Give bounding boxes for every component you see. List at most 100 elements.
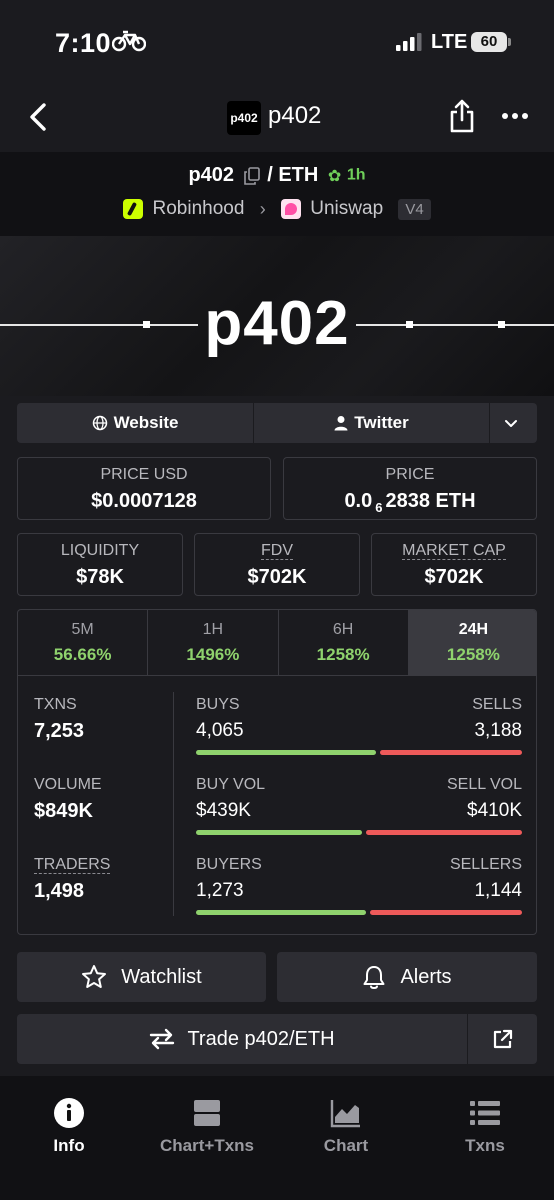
website-button[interactable]: Website <box>17 403 253 443</box>
price-prefix: 0.0 <box>344 490 373 512</box>
status-time: 7:10 <box>55 28 112 58</box>
volume-value: $849K <box>34 800 93 822</box>
tab-label: 24H <box>458 621 489 638</box>
chevron-right-icon: › <box>259 198 266 219</box>
price-zero-count: 6 <box>375 500 383 515</box>
bottom-nav: Info Chart+Txns Chart Txns <box>0 1076 554 1200</box>
status-bar: 7:10 LTE 60 <box>0 0 554 84</box>
more-links-button[interactable] <box>489 403 537 443</box>
alerts-label: Alerts <box>400 965 452 988</box>
fdv-label[interactable]: FDV <box>195 542 359 560</box>
sells-label: SELLS <box>472 696 522 713</box>
sells-bar <box>380 750 522 755</box>
globe-icon <box>92 415 107 431</box>
buyers-sellers-stat: BUYERS SELLERS 1,273 1,144 <box>196 856 522 915</box>
sellers-label: SELLERS <box>449 856 522 873</box>
txns-value: 7,253 <box>34 720 85 742</box>
sellers-bar <box>369 910 522 915</box>
nav-chart[interactable]: Chart <box>277 1096 415 1156</box>
liquidity-label: LIQUIDITY <box>60 542 140 559</box>
trade-row: Trade p402/ETH <box>17 1014 537 1064</box>
price-usd-card: PRICE USD $0.0007128 <box>17 457 271 520</box>
back-icon[interactable] <box>24 100 52 134</box>
version-badge: V4 <box>398 198 431 220</box>
tab-6h[interactable]: 6H 1258% <box>277 610 408 675</box>
nav-bar: p402 p402 <box>0 84 554 152</box>
more-icon[interactable] <box>500 106 530 126</box>
market-cap-value: $702K <box>424 566 484 588</box>
volume-stat: VOLUME $849K <box>34 776 102 823</box>
traders-label[interactable]: TRADERS <box>34 856 111 874</box>
base-symbol: p402 <box>188 164 235 187</box>
watchlist-label: Watchlist <box>121 965 202 988</box>
price-usd-label: PRICE USD <box>100 466 188 483</box>
info-icon <box>54 1098 84 1128</box>
buy-sell-volume-stat: BUY VOL SELL VOL $439K $410K <box>196 776 522 835</box>
pair-name: p402 / ETH ✿ 1h <box>0 164 554 187</box>
split-view-icon <box>194 1100 220 1126</box>
nav-chart-label: Chart <box>323 1136 369 1155</box>
market-cap-label[interactable]: MARKET CAP <box>372 542 536 560</box>
period-stats-panel: 5M 56.66% 1H 1496% 6H 1258% 24H 1258% TX… <box>17 609 537 935</box>
user-icon <box>334 416 348 431</box>
external-trade-button[interactable] <box>467 1014 537 1064</box>
alerts-button[interactable]: Alerts <box>277 952 537 1002</box>
buyers-bar <box>196 910 366 915</box>
sells-value: 3,188 <box>474 720 522 741</box>
battery-icon: 60 <box>471 32 507 52</box>
fdv-value: $702K <box>247 566 307 588</box>
liquidity-value: $78K <box>76 566 124 588</box>
buy-vol-bar <box>196 830 363 835</box>
buys-sells-stat: BUYS SELLS 4,065 3,188 <box>196 696 522 755</box>
volume-label: VOLUME <box>34 776 102 793</box>
chain-name[interactable]: Robinhood <box>153 198 245 219</box>
period-tabs: 5M 56.66% 1H 1496% 6H 1258% 24H 1258% <box>18 610 536 676</box>
price-suffix: 2838 ETH <box>385 490 476 512</box>
tab-change: 1258% <box>446 645 500 664</box>
buyers-label: BUYERS <box>196 856 262 873</box>
pair-separator: / <box>267 164 273 187</box>
metrics-divider <box>173 692 174 916</box>
twitter-button[interactable]: Twitter <box>253 403 489 443</box>
sprout-icon: ✿ <box>327 167 342 185</box>
copy-icon[interactable] <box>243 166 260 185</box>
nav-info[interactable]: Info <box>0 1096 138 1156</box>
market-cap-card: MARKET CAP $702K <box>371 533 537 596</box>
sell-vol-bar <box>366 830 522 835</box>
nav-txns[interactable]: Txns <box>416 1096 554 1156</box>
liquidity-card: LIQUIDITY $78K <box>17 533 183 596</box>
tab-change: 1496% <box>186 645 240 664</box>
network-label: LTE <box>431 31 468 53</box>
buy-vol-value: $439K <box>196 800 251 821</box>
buyers-value: 1,273 <box>196 880 244 901</box>
traders-value: 1,498 <box>34 880 85 902</box>
dex-name[interactable]: Uniswap <box>310 198 383 219</box>
nav-chart-txns[interactable]: Chart+Txns <box>138 1096 276 1156</box>
buys-value: 4,065 <box>196 720 244 741</box>
tab-24h[interactable]: 24H 1258% <box>407 610 536 675</box>
tab-label: 6H <box>332 621 354 638</box>
txns-label: TXNS <box>34 696 77 713</box>
uniswap-icon <box>280 199 301 219</box>
buys-label: BUYS <box>196 696 240 713</box>
nav-chart-txns-label: Chart+Txns <box>160 1136 254 1155</box>
list-icon <box>470 1101 500 1125</box>
bell-icon <box>363 966 385 989</box>
tab-5m[interactable]: 5M 56.66% <box>18 610 147 675</box>
watchlist-button[interactable]: Watchlist <box>17 952 266 1002</box>
chevron-down-icon <box>504 420 517 427</box>
tab-change: 1258% <box>316 645 370 664</box>
sell-vol-label: SELL VOL <box>446 776 522 793</box>
trade-button[interactable]: Trade p402/ETH <box>17 1014 467 1064</box>
tab-change: 56.66% <box>53 645 112 664</box>
buy-sell-volume-bar <box>196 830 522 835</box>
twitter-label: Twitter <box>354 413 409 432</box>
nav-info-label: Info <box>53 1136 85 1155</box>
fdv-card: FDV $702K <box>194 533 360 596</box>
links-row: Website Twitter <box>17 403 537 443</box>
trade-label: Trade p402/ETH <box>187 1027 335 1050</box>
share-icon[interactable] <box>448 98 476 134</box>
sell-vol-value: $410K <box>467 800 522 821</box>
tab-1h[interactable]: 1H 1496% <box>147 610 277 675</box>
page-title: p402 <box>268 102 322 129</box>
